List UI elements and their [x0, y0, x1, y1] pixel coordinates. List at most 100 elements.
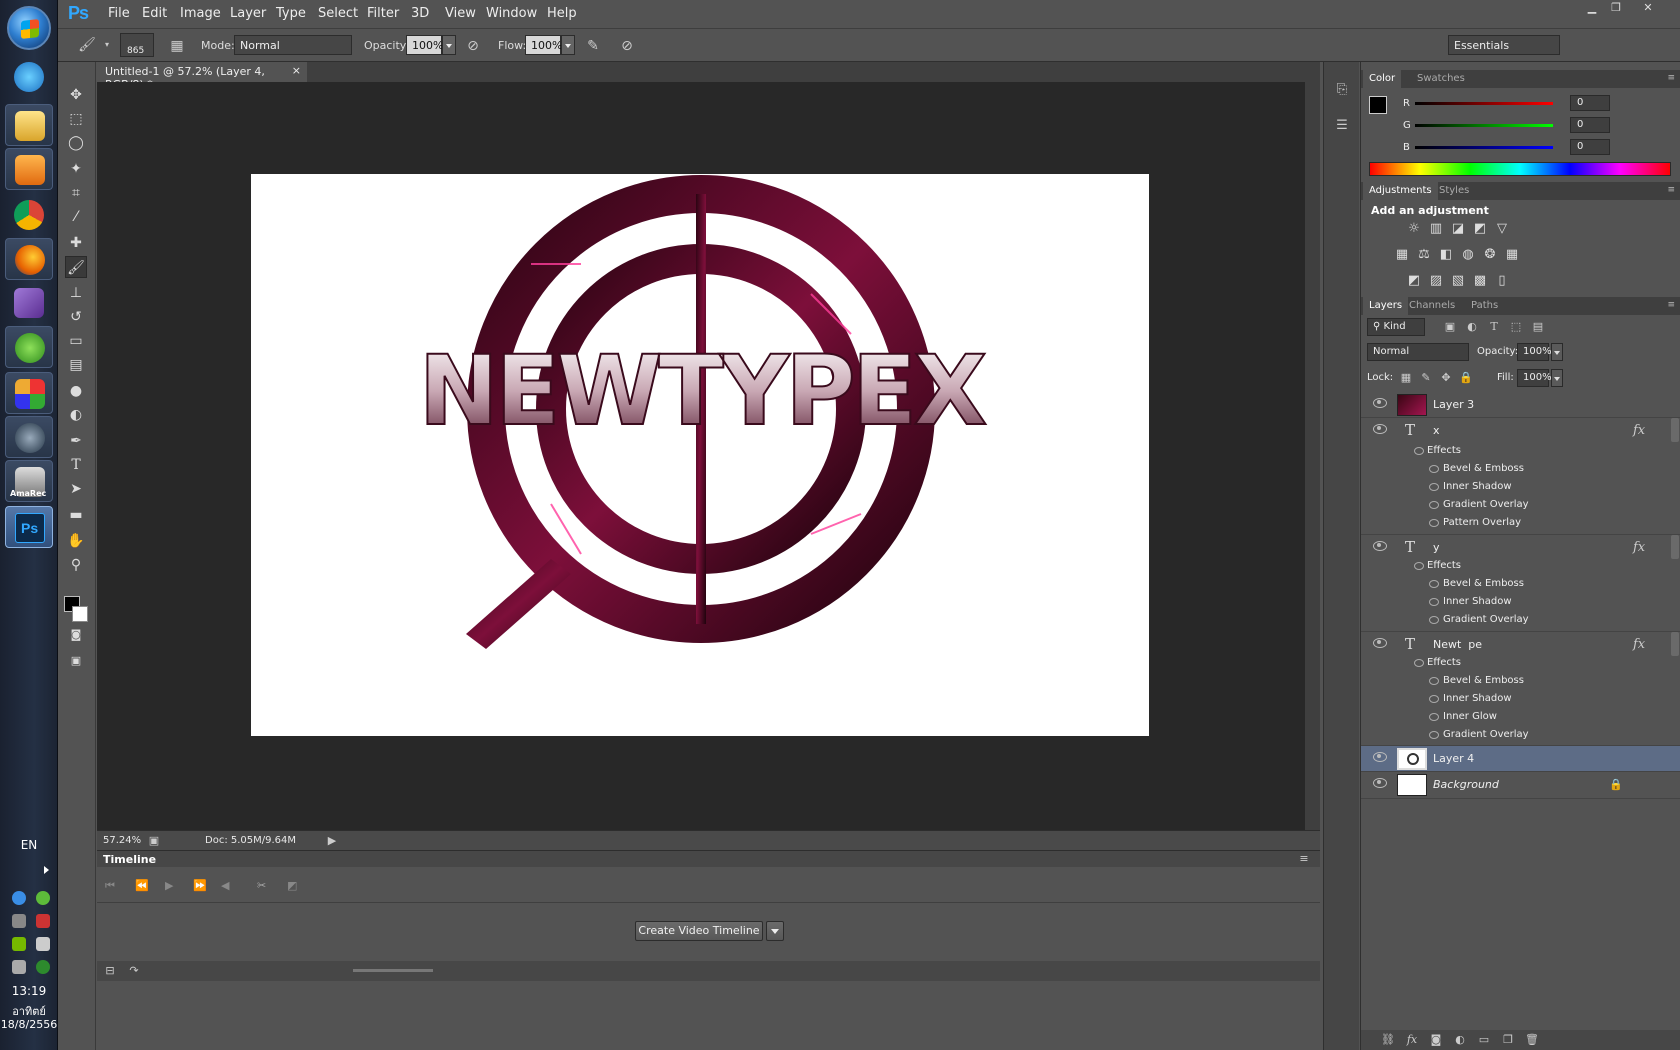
effect-eye-icon[interactable]	[1429, 501, 1439, 509]
layers-scrollbar-thumb[interactable]	[1671, 418, 1679, 442]
pressure-opacity-icon[interactable]: ⊘	[464, 37, 482, 55]
channel-b-slider[interactable]	[1415, 146, 1553, 149]
threshold-icon[interactable]: ▧	[1449, 272, 1467, 290]
layer-name[interactable]: x	[1433, 424, 1440, 437]
path-selection-tool-icon[interactable]: ➤	[65, 478, 87, 500]
new-group-icon[interactable]: ▭	[1477, 1033, 1491, 1047]
amarec-taskbar-button[interactable]: AmaRec	[5, 460, 53, 502]
effect-item[interactable]: Bevel & Emboss	[1361, 460, 1671, 478]
properties-panel-icon[interactable]: ☰	[1332, 116, 1352, 136]
flow-dropdown[interactable]	[561, 35, 575, 55]
effect-eye-icon[interactable]	[1429, 598, 1439, 606]
layer-visibility-eye-icon[interactable]	[1373, 541, 1387, 551]
blend-mode-select[interactable]: Normal	[1367, 343, 1469, 361]
filter-pixel-icon[interactable]: ▣	[1443, 320, 1457, 334]
visual-studio-taskbar-button[interactable]	[5, 282, 53, 324]
status-menu-arrow-icon[interactable]: ▶	[325, 834, 339, 848]
effect-item[interactable]: Pattern Overlay	[1361, 514, 1671, 532]
menu-edit[interactable]: Edit	[142, 6, 167, 21]
lock-image-icon[interactable]: ✎	[1419, 371, 1433, 385]
layer-visibility-eye-icon[interactable]	[1373, 424, 1387, 434]
next-frame-icon[interactable]: ⏩	[193, 879, 207, 892]
media-player-taskbar-button[interactable]	[5, 148, 53, 190]
timeline-render-icon[interactable]: ↷	[127, 964, 141, 978]
hue-saturation-icon[interactable]: ▦	[1393, 246, 1411, 264]
pressure-size-icon[interactable]: ⊘	[618, 37, 636, 55]
color-fg-swatch[interactable]	[1369, 96, 1387, 114]
format-factory-taskbar-button[interactable]	[5, 372, 53, 414]
mode-select[interactable]: Normal	[234, 35, 352, 55]
effects-eye-icon[interactable]	[1414, 659, 1424, 667]
channel-mixer-icon[interactable]: ❂	[1481, 246, 1499, 264]
tray-display-icon[interactable]	[12, 960, 26, 974]
tray-action-center-icon[interactable]	[36, 914, 50, 928]
effect-eye-icon[interactable]	[1429, 695, 1439, 703]
layer-lock-icon[interactable]: 🔒	[1609, 778, 1623, 792]
blur-tool-icon[interactable]: ●	[65, 380, 87, 402]
menu-filter[interactable]: Filter	[367, 6, 399, 21]
tab-styles[interactable]: Styles	[1433, 182, 1475, 200]
filter-adjustment-icon[interactable]: ◐	[1465, 320, 1479, 334]
levels-icon[interactable]: ▥	[1427, 220, 1445, 238]
tab-adjustments[interactable]: Adjustments	[1363, 182, 1438, 200]
dodge-tool-icon[interactable]: ◐	[65, 404, 87, 426]
curves-icon[interactable]: ◪	[1449, 220, 1467, 238]
effect-item[interactable]: Inner Shadow	[1361, 690, 1671, 708]
channel-r-value[interactable]: 0	[1570, 95, 1610, 111]
filter-shape-icon[interactable]: ⬚	[1509, 320, 1523, 334]
layer-row-layer-3[interactable]: Layer 3	[1361, 392, 1680, 418]
flow-input[interactable]: 100%	[525, 35, 562, 55]
layers-scrollbar-thumb[interactable]	[1671, 535, 1679, 559]
lasso-tool-icon[interactable]: ◯	[65, 132, 87, 154]
filter-type-icon[interactable]: T	[1487, 320, 1501, 334]
photoshop-taskbar-button[interactable]: Ps	[5, 506, 53, 548]
layers-scrollbar-thumb[interactable]	[1671, 632, 1679, 656]
tab-color[interactable]: Color	[1363, 70, 1402, 88]
gradient-map-icon[interactable]: ▯	[1493, 272, 1511, 290]
create-video-timeline-button[interactable]: Create Video Timeline	[635, 921, 763, 941]
color-panel-menu-icon[interactable]: ≡	[1667, 73, 1675, 83]
menu-image[interactable]: Image	[180, 6, 221, 21]
adjustments-panel-menu-icon[interactable]: ≡	[1667, 185, 1675, 195]
menu-view[interactable]: View	[445, 6, 476, 21]
layer-visibility-eye-icon[interactable]	[1373, 398, 1387, 408]
vibrance-icon[interactable]: ▽	[1493, 220, 1511, 238]
play-icon[interactable]: ▶	[165, 879, 173, 892]
layer-row-background[interactable]: Background 🔒	[1361, 772, 1680, 799]
filter-smart-object-icon[interactable]: ▤	[1531, 320, 1545, 334]
effect-eye-icon[interactable]	[1429, 677, 1439, 685]
minimize-button[interactable]: ▁	[1580, 1, 1604, 17]
utorrent-taskbar-button[interactable]	[5, 326, 53, 368]
effect-item[interactable]: Gradient Overlay	[1361, 496, 1671, 514]
quick-mask-icon[interactable]: ◙	[65, 624, 87, 646]
layer-name[interactable]: Newt pe	[1433, 638, 1482, 651]
effect-item[interactable]: Bevel & Emboss	[1361, 672, 1671, 690]
brush-size-picker[interactable]: 865	[120, 33, 154, 57]
effect-eye-icon[interactable]	[1429, 465, 1439, 473]
layer-row-newtype[interactable]: T Newt pe fx	[1361, 631, 1680, 656]
tab-layers[interactable]: Layers	[1363, 297, 1409, 315]
layer-visibility-eye-icon[interactable]	[1373, 752, 1387, 762]
effects-group[interactable]: Effects	[1361, 557, 1671, 575]
menu-type[interactable]: Type	[276, 6, 306, 21]
type-tool-icon[interactable]: T	[65, 454, 87, 476]
explorer-taskbar-button[interactable]	[5, 104, 53, 146]
menu-3d[interactable]: 3D	[411, 6, 429, 21]
menu-select[interactable]: Select	[318, 6, 358, 21]
create-timeline-dropdown[interactable]	[766, 921, 784, 941]
layer-opacity-input[interactable]: 100%	[1517, 343, 1552, 361]
add-layer-style-icon[interactable]: fx	[1405, 1033, 1419, 1047]
document-tab[interactable]: Untitled-1 @ 57.2% (Layer 4, RGB/8) * ×	[97, 62, 307, 91]
healing-brush-tool-icon[interactable]: ✚	[65, 232, 87, 254]
zoom-level[interactable]: 57.24%	[103, 835, 141, 846]
language-indicator[interactable]: EN	[0, 838, 58, 852]
opacity-dropdown[interactable]	[442, 35, 456, 55]
layer-opacity-dropdown[interactable]	[1551, 343, 1563, 361]
split-at-playhead-icon[interactable]: ✂	[257, 879, 266, 892]
effect-eye-icon[interactable]	[1429, 731, 1439, 739]
brush-panel-toggle-icon[interactable]: ▦	[168, 37, 186, 55]
layer-effects-fx-icon[interactable]: fx	[1633, 423, 1645, 438]
effects-eye-icon[interactable]	[1414, 447, 1424, 455]
status-info-icon[interactable]: ▣	[147, 834, 161, 848]
transition-icon[interactable]: ◩	[287, 879, 297, 892]
